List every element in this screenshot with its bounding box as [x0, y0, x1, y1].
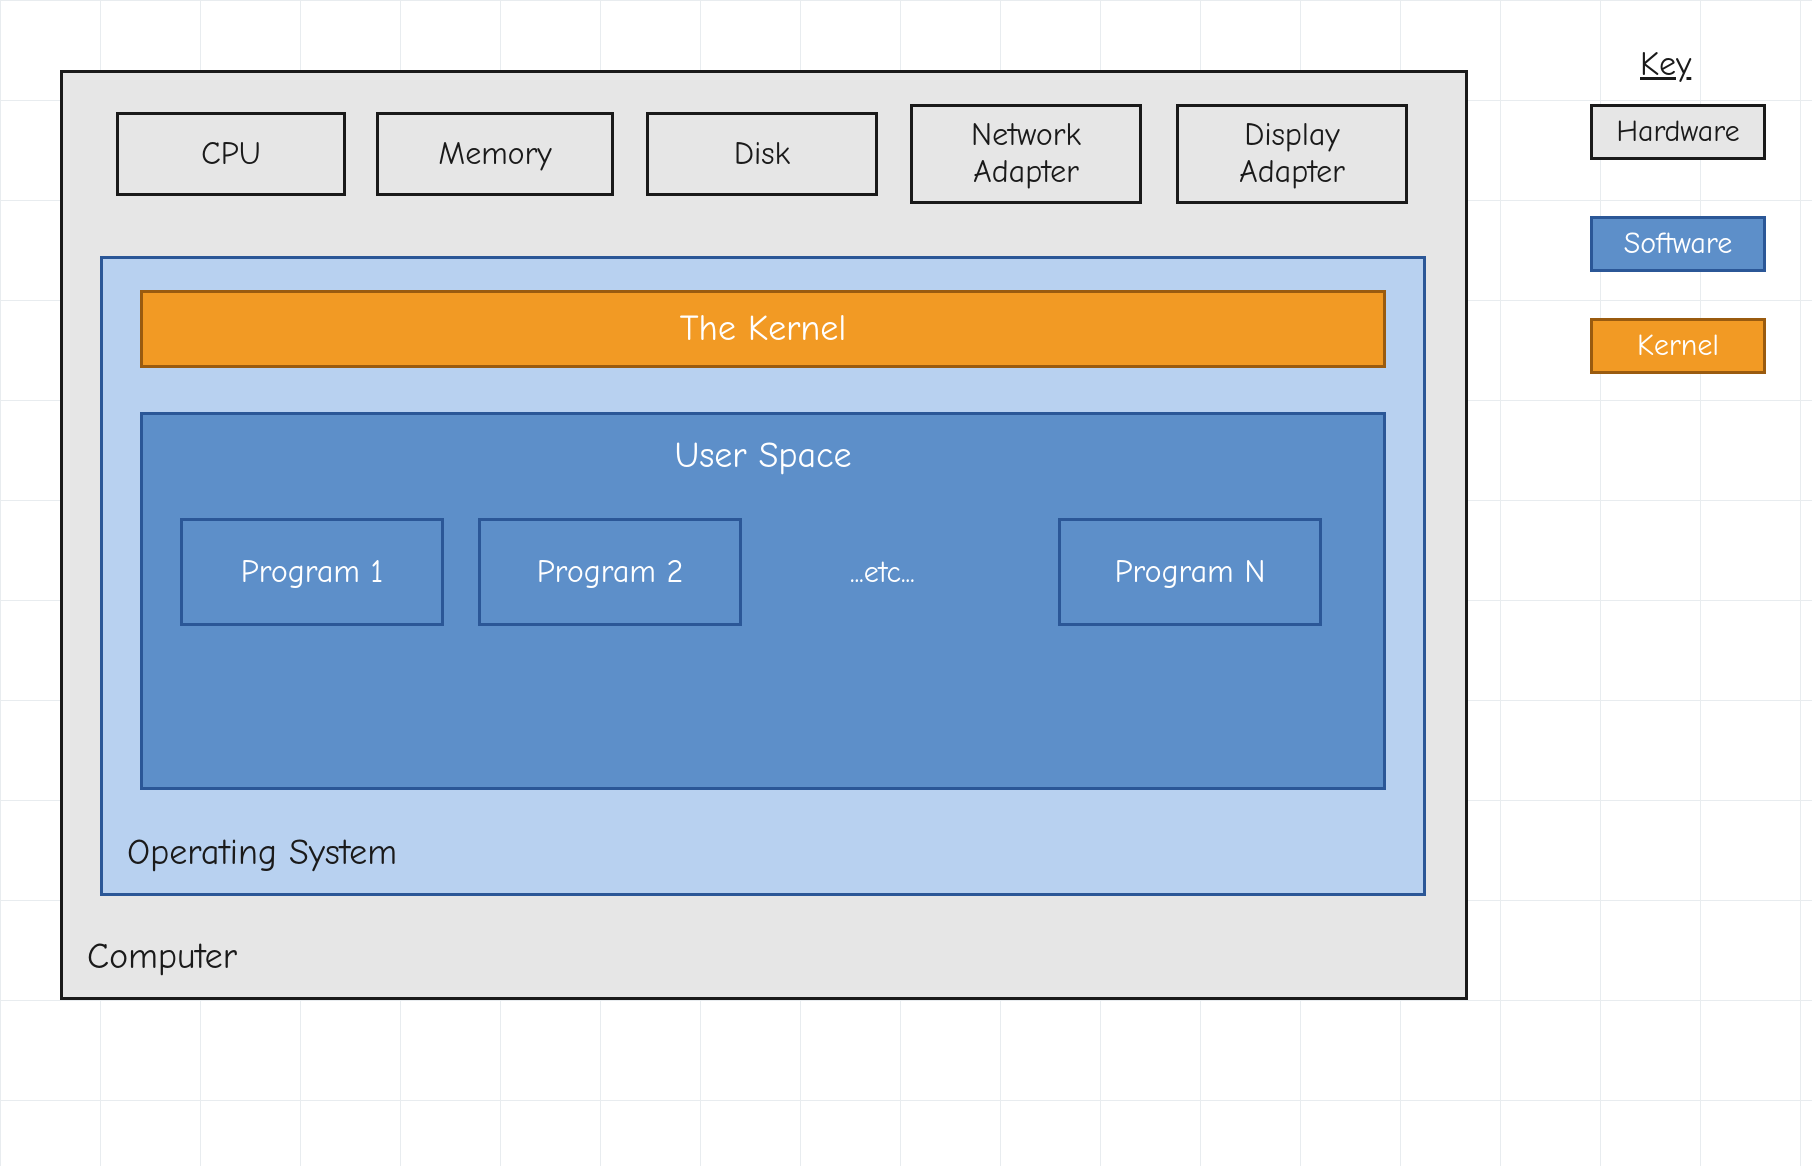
key-title: Key — [1640, 44, 1691, 84]
key-hardware-label: Hardware — [1616, 115, 1739, 150]
kernel-box: The Kernel — [140, 290, 1386, 368]
hardware-memory-label: Memory — [438, 136, 551, 173]
computer-label: Computer — [87, 936, 237, 977]
key-kernel: Kernel — [1590, 318, 1766, 374]
key-kernel-label: Kernel — [1637, 329, 1719, 364]
hardware-display-adapter: Display Adapter — [1176, 104, 1408, 204]
program-2: Program 2 — [478, 518, 742, 626]
hardware-network-adapter: Network Adapter — [910, 104, 1142, 204]
kernel-label: The Kernel — [680, 308, 846, 349]
program-1-label: Program 1 — [241, 554, 383, 591]
hardware-network-adapter-label: Network Adapter — [971, 117, 1081, 191]
etc-text: ...etc... — [850, 555, 915, 590]
hardware-disk-label: Disk — [734, 136, 790, 173]
key-software: Software — [1590, 216, 1766, 272]
user-space-label: User Space — [674, 435, 851, 476]
hardware-disk: Disk — [646, 112, 878, 196]
program-2-label: Program 2 — [537, 554, 683, 591]
program-n-label: Program N — [1115, 554, 1266, 591]
key-hardware: Hardware — [1590, 104, 1766, 160]
hardware-memory: Memory — [376, 112, 614, 196]
operating-system-label: Operating System — [127, 832, 397, 873]
key-software-label: Software — [1624, 227, 1733, 262]
program-1: Program 1 — [180, 518, 444, 626]
program-n: Program N — [1058, 518, 1322, 626]
hardware-cpu-label: CPU — [201, 136, 261, 173]
hardware-display-adapter-label: Display Adapter — [1239, 117, 1345, 191]
hardware-cpu: CPU — [116, 112, 346, 196]
